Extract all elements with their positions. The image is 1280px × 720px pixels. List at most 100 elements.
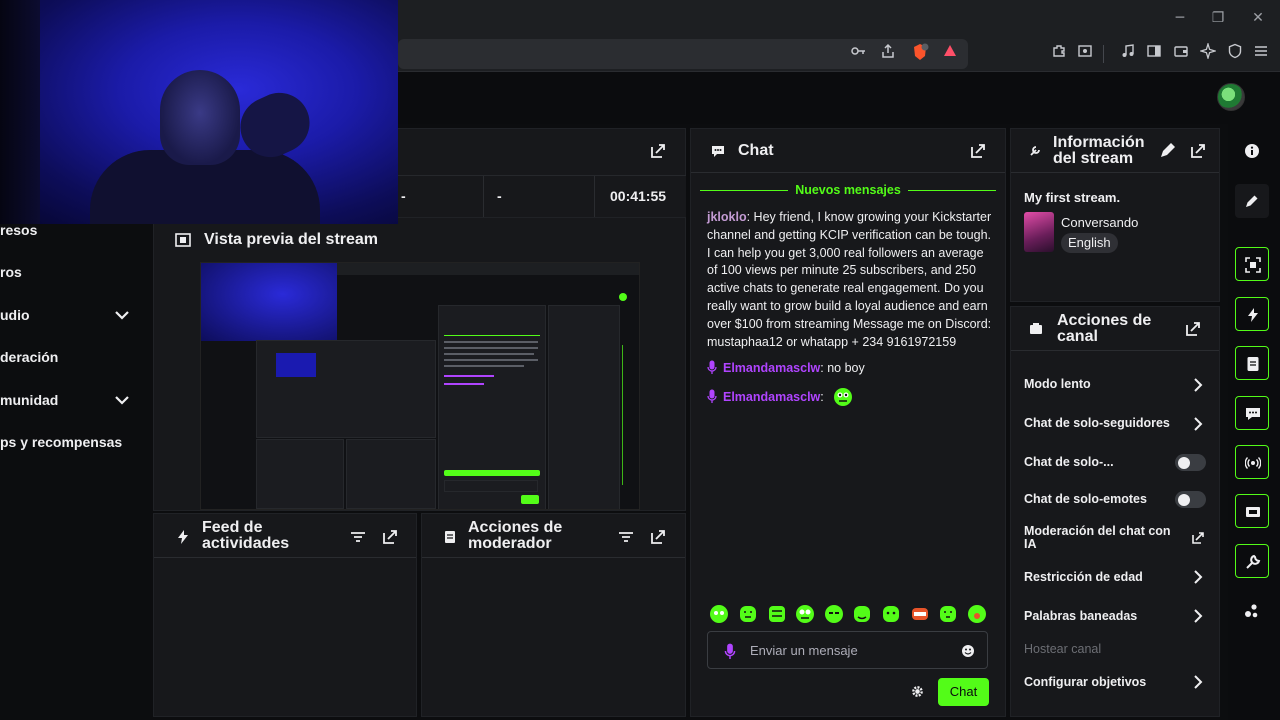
preview-emotes <box>444 470 540 476</box>
banned-words-item[interactable]: Palabras baneadas <box>1024 609 1209 623</box>
chevron-right-icon[interactable] <box>1190 416 1206 432</box>
divider <box>1011 350 1219 351</box>
emotes-only-toggle[interactable] <box>1175 491 1206 508</box>
user-avatar[interactable] <box>1217 83 1245 111</box>
host-channel-item: Hostear canal <box>1024 642 1102 656</box>
chat-input-box[interactable] <box>707 631 988 669</box>
chat-username[interactable]: Elmandamasclw <box>723 361 820 375</box>
document-icon <box>1247 357 1259 371</box>
sidebar-item-miembros[interactable]: ros <box>0 264 145 280</box>
extensions-icon[interactable] <box>1048 43 1070 65</box>
ai-moderation-item-line1[interactable]: Moderación del chat con <box>1024 525 1209 538</box>
sidebar-item-moderacion[interactable]: deración <box>0 349 145 365</box>
stream-category[interactable]: Conversando <box>1061 215 1138 230</box>
popout-icon[interactable] <box>968 141 988 161</box>
share-icon[interactable] <box>877 43 899 65</box>
rail-toggle-mod-actions[interactable] <box>1235 346 1269 380</box>
chat-username[interactable]: jkloklo <box>707 210 747 224</box>
emote-icon[interactable] <box>738 604 758 624</box>
popout-icon[interactable] <box>1188 141 1208 161</box>
brave-rewards-icon[interactable] <box>939 43 961 65</box>
sidebar-toggle-icon[interactable] <box>1143 43 1165 65</box>
popout-icon[interactable] <box>648 141 668 161</box>
chat-username[interactable]: Elmandamasclw <box>723 390 820 404</box>
emote-icon[interactable] <box>824 604 844 624</box>
close-window-button[interactable]: ✕ <box>1248 8 1268 28</box>
leo-ai-icon[interactable] <box>1197 41 1219 65</box>
menu-icon[interactable] <box>1250 43 1272 65</box>
slow-mode-item[interactable]: Modo lento <box>1024 377 1209 391</box>
rail-toggle-chat[interactable] <box>1235 396 1269 430</box>
media-icon[interactable] <box>1117 43 1139 65</box>
channel-actions-icon <box>1246 507 1260 517</box>
preview-avatar <box>619 293 627 301</box>
lightning-icon <box>178 530 188 544</box>
webcam-person-head <box>160 70 240 165</box>
preview-line <box>444 375 494 377</box>
chevron-right-icon[interactable] <box>1190 674 1206 690</box>
divider <box>422 557 685 558</box>
edit-layout-button[interactable] <box>1235 184 1269 218</box>
rail-toggle-broadcast[interactable] <box>1235 445 1269 479</box>
info-button[interactable] <box>1235 134 1269 168</box>
maximize-button[interactable]: ❐ <box>1208 8 1228 28</box>
chevron-right-icon[interactable] <box>1190 608 1206 624</box>
edit-pencil-icon <box>1246 195 1258 207</box>
sidebar-item-tips-recompensas[interactable]: ps y recompensas <box>0 434 145 450</box>
chevron-right-icon[interactable] <box>1190 377 1206 393</box>
chevron-right-icon[interactable] <box>1190 569 1206 585</box>
popout-icon[interactable] <box>1183 319 1203 339</box>
sidebar-item-ingresos[interactable]: resos <box>0 222 145 238</box>
emote-icon[interactable] <box>938 604 958 624</box>
rail-toggle-preview[interactable] <box>1235 247 1269 281</box>
minimize-button[interactable]: ─ <box>1170 8 1190 28</box>
mod-actions-panel: Acciones de moderador <box>421 513 686 717</box>
wallet-icon[interactable] <box>1170 43 1192 65</box>
ai-moderation-item-line2[interactable]: IA <box>1024 538 1209 551</box>
chat-message: Elmandamasclw: <box>707 387 992 407</box>
chat-message-input[interactable] <box>750 641 950 659</box>
key-icon[interactable] <box>847 43 869 65</box>
chevron-down-icon[interactable] <box>112 390 132 410</box>
edit-pencil-icon[interactable] <box>1157 141 1177 161</box>
screenshot-icon[interactable] <box>1074 43 1096 65</box>
mod-actions-title-line2: moderador <box>468 535 552 552</box>
mod-actions-title-line1: Acciones de <box>468 519 563 536</box>
category-thumbnail[interactable] <box>1024 212 1054 252</box>
rail-toggle-channel-actions[interactable] <box>1235 494 1269 528</box>
external-link-icon[interactable] <box>1190 530 1206 546</box>
popout-icon[interactable] <box>648 527 668 547</box>
toolbar-separator <box>1103 45 1104 63</box>
filter-icon[interactable] <box>348 527 368 547</box>
emote-icon[interactable] <box>852 604 872 624</box>
emote-icon[interactable] <box>910 604 930 624</box>
filter-icon[interactable] <box>616 527 636 547</box>
subscribers-only-toggle[interactable] <box>1175 454 1206 471</box>
emote-icon[interactable] <box>967 604 987 624</box>
stream-preview-video[interactable] <box>200 262 640 510</box>
emote-icon[interactable] <box>881 604 901 624</box>
emote-icon[interactable] <box>795 604 815 624</box>
microphone-icon[interactable] <box>724 643 736 659</box>
send-chat-button[interactable]: Chat <box>938 678 989 706</box>
more-widgets-button[interactable] <box>1235 594 1269 628</box>
preview-webcam <box>201 263 337 341</box>
followers-only-chat-item[interactable]: Chat de solo-seguidores <box>1024 416 1209 430</box>
rail-toggle-feed[interactable] <box>1235 297 1269 331</box>
vpn-shield-icon[interactable] <box>1224 43 1246 65</box>
popout-icon[interactable] <box>380 527 400 547</box>
chat-text: : no boy <box>820 361 865 375</box>
emote-icon[interactable] <box>767 604 787 624</box>
chevron-down-icon[interactable] <box>112 305 132 325</box>
fullscreen-icon <box>1245 257 1261 273</box>
rail-toggle-stream-info[interactable] <box>1235 544 1269 578</box>
emote-icon[interactable] <box>709 604 729 624</box>
microphone-icon <box>707 360 717 374</box>
channel-actions-icon <box>1030 323 1042 334</box>
stream-info-title-line1: Información <box>1053 134 1145 151</box>
emoji-picker-icon[interactable] <box>961 644 975 658</box>
configure-goals-item[interactable]: Configurar objetivos <box>1024 675 1209 689</box>
age-restriction-item[interactable]: Restricción de edad <box>1024 570 1209 584</box>
brave-shield-icon[interactable] <box>909 43 931 65</box>
gear-icon[interactable] <box>911 685 924 698</box>
